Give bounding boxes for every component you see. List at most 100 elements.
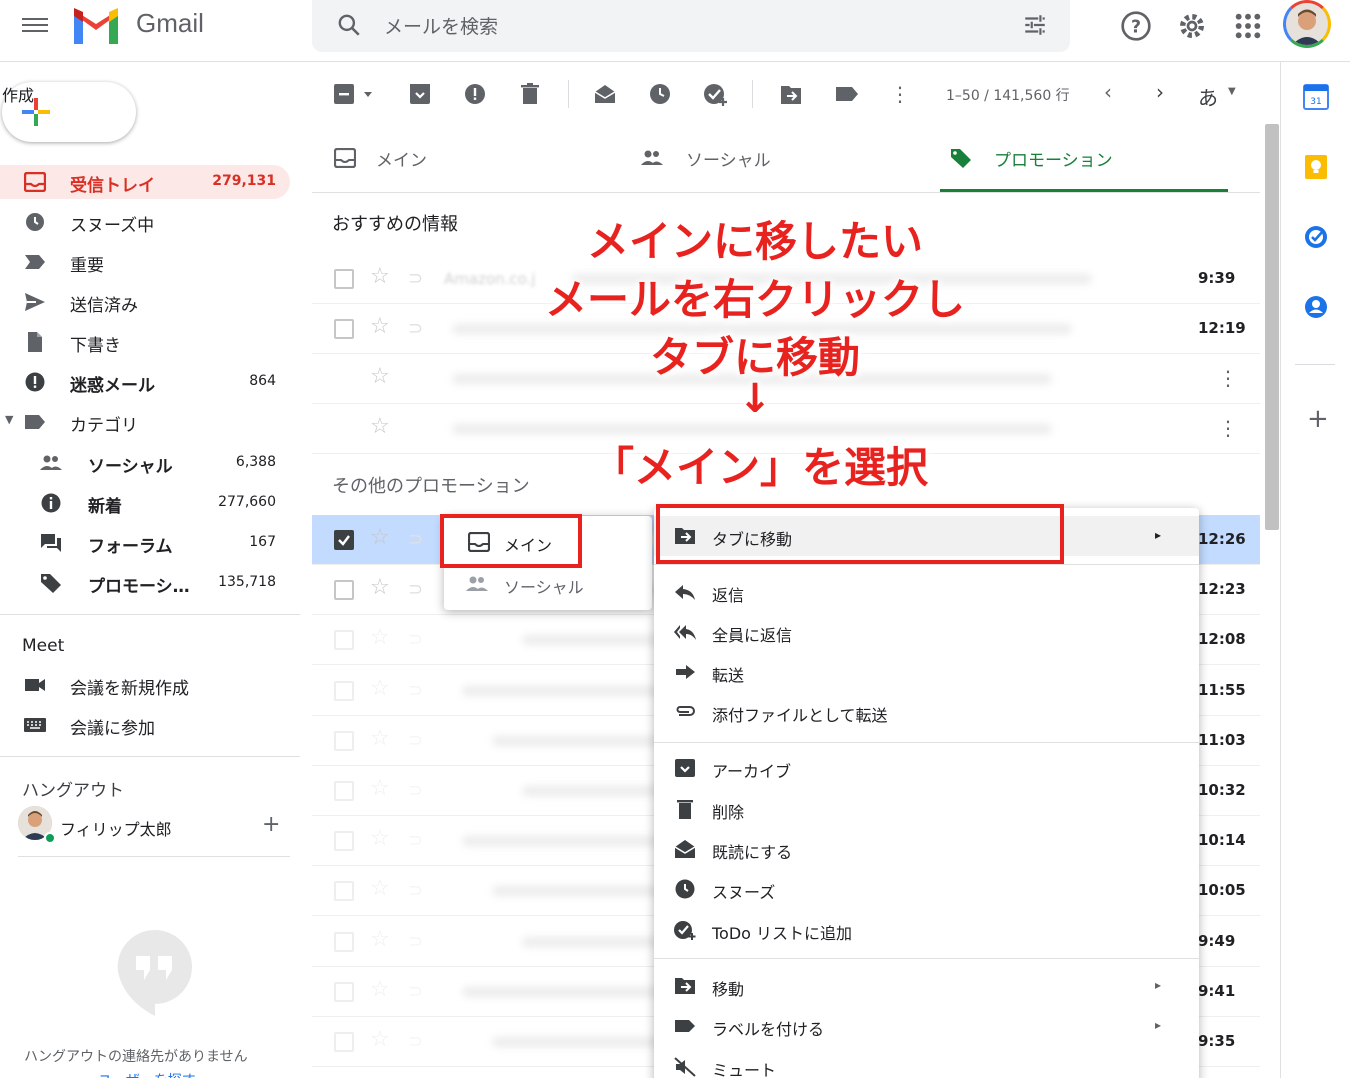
sidebar-item-important[interactable]: 重要 xyxy=(0,245,290,279)
find-users-link[interactable]: ユーザーを探す xyxy=(98,1070,196,1078)
sidebar-item-spam[interactable]: 迷惑メール 864 xyxy=(0,365,290,399)
row-checkbox[interactable] xyxy=(334,981,354,1002)
star-icon[interactable]: ☆ xyxy=(370,726,390,751)
menu-item-forward-attachment[interactable]: 添付ファイルとして転送 xyxy=(654,692,1199,732)
important-marker-icon[interactable]: ⊃ xyxy=(408,529,423,550)
row-checkbox[interactable] xyxy=(334,931,354,952)
input-tools-button[interactable]: あ xyxy=(1198,82,1218,111)
row-checkbox[interactable] xyxy=(334,580,354,601)
meet-join-meeting[interactable]: 会議に参加 xyxy=(0,708,290,742)
get-addons-plus-icon[interactable]: + xyxy=(1307,404,1329,434)
star-icon[interactable]: ☆ xyxy=(370,414,390,439)
important-marker-icon[interactable]: ⊃ xyxy=(408,730,423,751)
sidebar-item-social[interactable]: ソーシャル 6,388 xyxy=(0,446,290,480)
sidebar-item-drafts[interactable]: 下書き xyxy=(0,325,290,359)
row-checkbox[interactable] xyxy=(334,269,354,289)
menu-item-move[interactable]: 移動 ▸ xyxy=(654,966,1199,1006)
contacts-icon[interactable] xyxy=(1303,294,1329,320)
sidebar-item-snoozed[interactable]: スヌーズ中 xyxy=(0,205,290,239)
search-icon[interactable] xyxy=(336,12,362,38)
sidebar-item-sent[interactable]: 送信済み xyxy=(0,285,290,319)
archive-icon[interactable] xyxy=(408,80,432,108)
main-menu-icon[interactable] xyxy=(22,14,48,36)
search-bar[interactable]: メールを検索 xyxy=(312,0,1070,52)
star-icon[interactable]: ☆ xyxy=(370,314,390,339)
important-marker-icon[interactable]: ⊃ xyxy=(408,830,423,851)
star-icon[interactable]: ☆ xyxy=(370,927,390,952)
select-all-checkbox-icon[interactable] xyxy=(334,80,376,108)
tab-main[interactable]: メイン xyxy=(312,124,622,192)
sidebar-item-promotions[interactable]: プロモーシ… 135,718 xyxy=(0,566,290,600)
tab-social[interactable]: ソーシャル xyxy=(630,124,940,192)
submenu-item-social[interactable]: ソーシャル xyxy=(444,564,652,604)
meet-new-meeting[interactable]: 会議を新規作成 xyxy=(0,668,290,702)
important-marker-icon[interactable]: ⊃ xyxy=(408,629,423,650)
mark-as-read-icon[interactable] xyxy=(593,80,617,108)
menu-item-forward[interactable]: 転送 xyxy=(654,652,1199,692)
older-page-icon[interactable]: › xyxy=(1156,80,1164,104)
row-checkbox[interactable] xyxy=(334,831,354,852)
snooze-clock-icon[interactable] xyxy=(648,80,672,108)
tasks-icon[interactable] xyxy=(1303,224,1329,250)
add-hangout-icon[interactable]: + xyxy=(262,812,280,837)
delete-trash-icon[interactable] xyxy=(518,80,542,108)
important-marker-icon[interactable]: ⊃ xyxy=(408,931,423,952)
tab-promotions[interactable]: プロモーション xyxy=(940,124,1228,192)
row-more-icon[interactable]: ⋮ xyxy=(1218,366,1238,390)
list-scrollbar[interactable] xyxy=(1265,124,1279,530)
calendar-icon[interactable]: 31 xyxy=(1303,84,1329,110)
help-icon[interactable]: ? xyxy=(1120,10,1152,42)
important-marker-icon[interactable]: ⊃ xyxy=(408,680,423,701)
row-checkbox[interactable] xyxy=(334,730,354,751)
row-checkbox[interactable] xyxy=(334,1032,354,1052)
sidebar-item-inbox[interactable]: 受信トレイ 279,131 xyxy=(0,165,290,199)
sidebar-item-forums[interactable]: フォーラム 167 xyxy=(0,526,290,560)
account-avatar[interactable] xyxy=(1283,0,1331,48)
newer-page-icon[interactable]: ‹ xyxy=(1104,80,1112,104)
search-options-icon[interactable] xyxy=(1022,12,1048,38)
label-icon[interactable] xyxy=(834,80,860,108)
menu-item-label[interactable]: ラベルを付ける ▸ xyxy=(654,1006,1199,1046)
important-marker-icon[interactable]: ⊃ xyxy=(408,318,423,339)
star-icon[interactable]: ☆ xyxy=(370,625,390,650)
star-icon[interactable]: ☆ xyxy=(370,264,390,289)
important-marker-icon[interactable]: ⊃ xyxy=(408,579,423,600)
star-icon[interactable]: ☆ xyxy=(370,525,390,550)
menu-item-add-todo[interactable]: ToDo リストに追加 xyxy=(654,910,1199,950)
row-checkbox[interactable] xyxy=(334,319,354,339)
search-input[interactable]: メールを検索 xyxy=(384,12,498,39)
settings-gear-icon[interactable] xyxy=(1176,10,1208,42)
compose-button[interactable]: 作成 xyxy=(2,82,136,142)
row-checkbox[interactable] xyxy=(334,781,354,801)
menu-item-mark-read[interactable]: 既読にする xyxy=(654,829,1199,869)
important-marker-icon[interactable]: ⊃ xyxy=(408,780,423,801)
row-checkbox[interactable] xyxy=(334,881,354,902)
star-icon[interactable]: ☆ xyxy=(370,876,390,901)
input-tools-dropdown-icon[interactable]: ▼ xyxy=(1228,86,1236,97)
star-icon[interactable]: ☆ xyxy=(370,776,390,801)
row-more-icon[interactable]: ⋮ xyxy=(1218,416,1238,440)
menu-item-delete[interactable]: 削除 xyxy=(654,789,1199,829)
important-marker-icon[interactable]: ⊃ xyxy=(408,880,423,901)
menu-item-archive[interactable]: アーカイブ xyxy=(654,748,1199,788)
star-icon[interactable]: ☆ xyxy=(370,575,390,600)
apps-grid-icon[interactable] xyxy=(1232,10,1264,42)
gmail-logo-icon[interactable] xyxy=(72,6,120,46)
menu-item-mute[interactable]: ミュート xyxy=(654,1047,1199,1078)
sidebar-item-updates[interactable]: 新着 277,660 xyxy=(0,486,290,520)
star-icon[interactable]: ☆ xyxy=(370,826,390,851)
star-icon[interactable]: ☆ xyxy=(370,676,390,701)
expand-triangle-icon[interactable]: ▼ xyxy=(5,413,13,426)
menu-item-reply[interactable]: 返信 xyxy=(654,572,1199,612)
important-marker-icon[interactable]: ⊃ xyxy=(408,981,423,1002)
sidebar-item-categories[interactable]: ▼ カテゴリ xyxy=(0,405,290,439)
keep-notes-icon[interactable] xyxy=(1303,154,1329,180)
row-checkbox[interactable] xyxy=(334,630,354,651)
menu-item-snooze[interactable]: スヌーズ xyxy=(654,869,1199,909)
star-icon[interactable]: ☆ xyxy=(370,1027,390,1052)
row-checkbox[interactable] xyxy=(334,680,354,701)
important-marker-icon[interactable]: ⊃ xyxy=(408,1031,423,1052)
important-marker-icon[interactable]: ⊃ xyxy=(408,268,423,289)
move-to-icon[interactable] xyxy=(779,80,803,108)
more-options-icon[interactable]: ⋮ xyxy=(890,80,910,108)
